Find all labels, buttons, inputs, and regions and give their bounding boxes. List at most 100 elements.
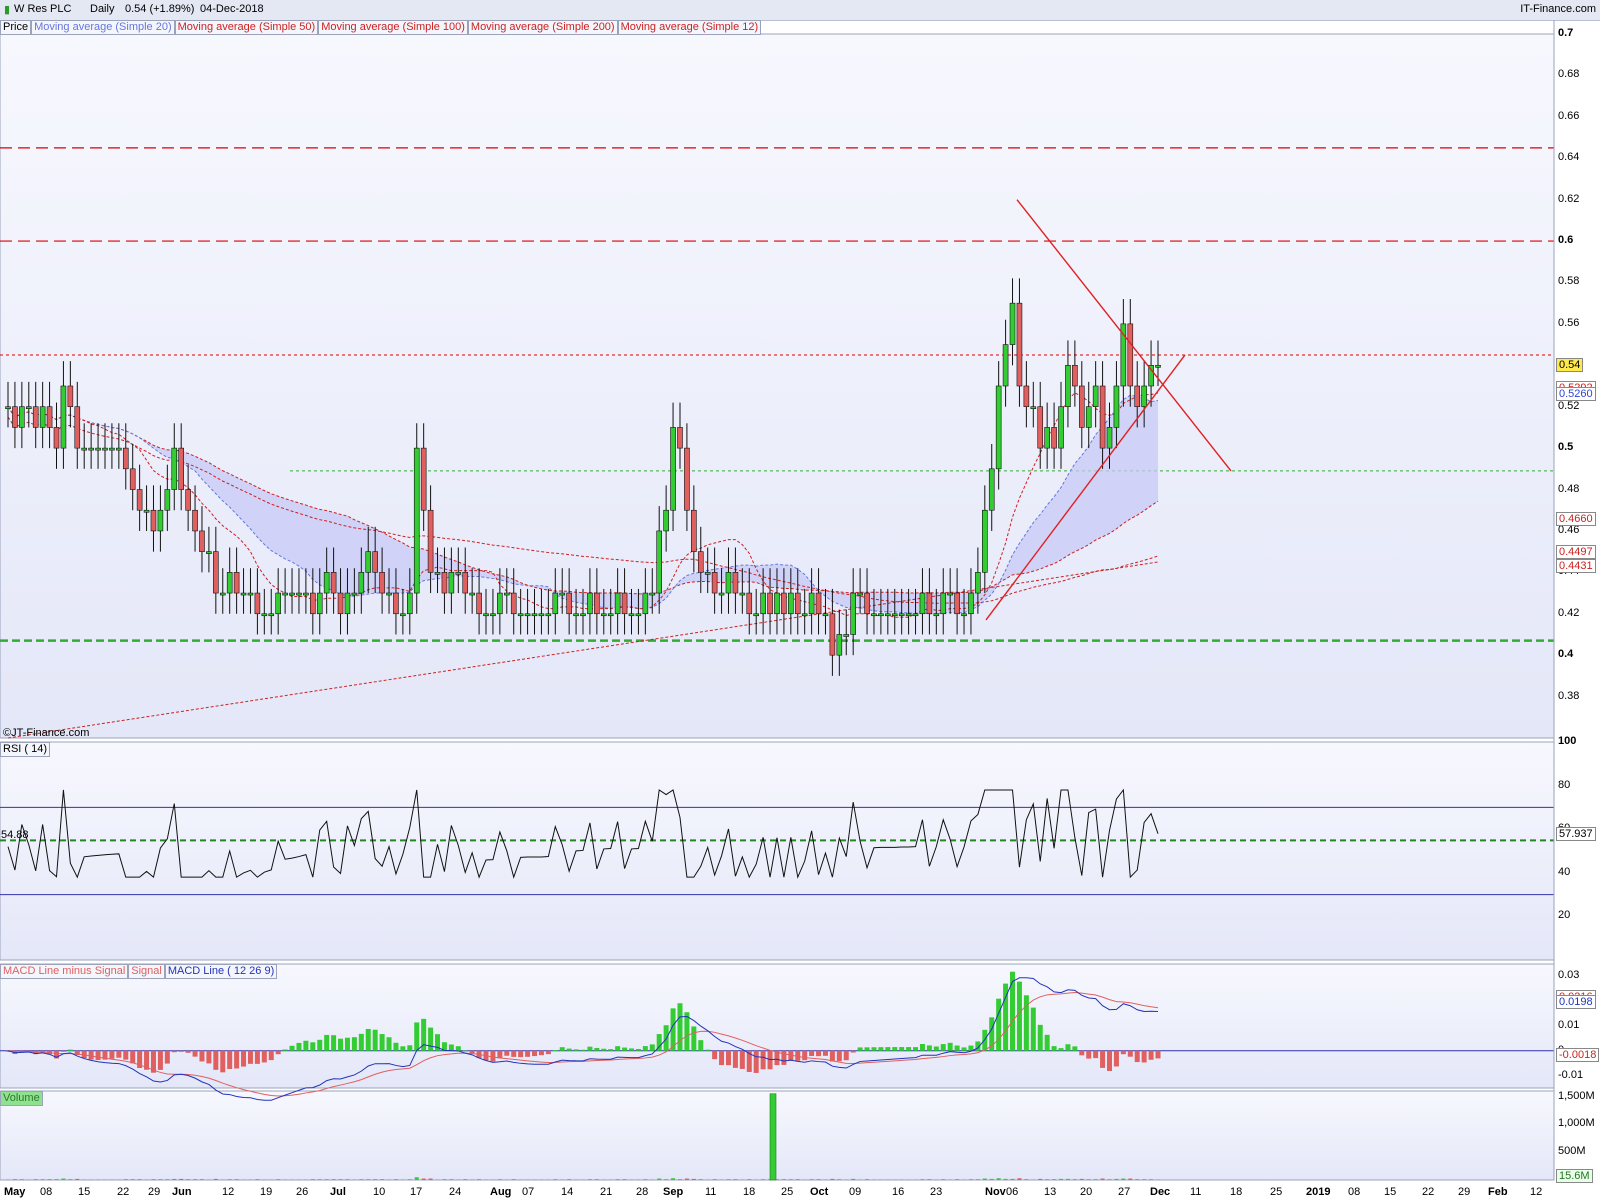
candle-body (510, 592, 517, 615)
candle-body (171, 447, 178, 490)
price-y-tick: 0.66 (1558, 109, 1580, 122)
candle-body (1113, 385, 1120, 428)
candle-body (247, 592, 254, 596)
x-tick: Sep (663, 1186, 684, 1198)
macd-hist-bar (109, 1050, 115, 1059)
candle-body (122, 447, 129, 470)
volume-bar (830, 1178, 835, 1180)
legend-sma20: Moving average (Simple 20) (31, 20, 175, 35)
volume-bar (324, 1179, 329, 1180)
volume-bar (594, 1179, 599, 1180)
candle-body (46, 406, 53, 428)
macd-hist-bar (532, 1050, 538, 1057)
volume-bar (788, 1179, 793, 1180)
x-tick: 22 (1422, 1186, 1435, 1198)
x-tick: 09 (849, 1186, 862, 1198)
macd-hist-bar (1107, 1050, 1113, 1071)
rsi-y-tick: 100 (1558, 735, 1577, 747)
candle-body (462, 572, 469, 594)
macd-hist-bar (1072, 1046, 1078, 1051)
x-tick: May (4, 1186, 26, 1198)
candle-body (53, 427, 60, 449)
macd-hist-bar (358, 1033, 364, 1051)
price-y-tick: 0.62 (1558, 192, 1580, 205)
macd-hist-bar (760, 1050, 766, 1070)
x-tick: 22 (117, 1186, 130, 1198)
candle-body (503, 592, 510, 596)
candle-body (746, 592, 753, 615)
macd-hist-bar (698, 1040, 704, 1051)
candle-body (1127, 323, 1134, 387)
x-tick: 15 (78, 1186, 91, 1198)
volume-bar (165, 1179, 170, 1180)
candle-body (885, 613, 891, 617)
candle-body (497, 592, 503, 615)
candle-body (226, 572, 233, 594)
candle-body (1044, 427, 1050, 449)
candle-body (5, 406, 11, 410)
price-tag: 0.4431 (1556, 558, 1596, 573)
volume-bar (442, 1179, 447, 1180)
macd-hist-bar (816, 1050, 822, 1057)
candle-body (600, 613, 607, 617)
candle-body (642, 592, 649, 615)
volume-bar (1017, 1178, 1022, 1180)
candle-body (697, 551, 704, 573)
macd-hist-bar (712, 1050, 718, 1060)
candle-body (794, 592, 801, 615)
macd-hist-bar (164, 1050, 170, 1064)
x-tick: 11 (705, 1186, 717, 1198)
volume-bar (684, 1178, 689, 1180)
volume-bar (213, 1178, 218, 1180)
candle-body (109, 447, 115, 451)
macd-hist-bar (892, 1047, 898, 1051)
x-tick: Jul (330, 1186, 346, 1198)
candle-body (781, 592, 787, 615)
macd-hist-bar (1037, 1024, 1043, 1051)
candle-body (386, 592, 392, 596)
candle-body (240, 592, 247, 596)
candle-body (199, 530, 205, 552)
candle-body (150, 509, 157, 532)
macd-hist-bar (580, 1049, 586, 1051)
candle-body (531, 613, 538, 617)
x-tick: 25 (781, 1186, 794, 1198)
volume-bar (54, 1179, 59, 1180)
candle-body (1085, 406, 1092, 428)
macd-hist-bar (289, 1045, 295, 1051)
volume-bar (449, 1179, 454, 1180)
candle-body (933, 613, 940, 617)
x-tick: 08 (40, 1186, 53, 1198)
price-y-tick: 0.38 (1558, 689, 1580, 702)
candle-body (303, 592, 309, 596)
macd-hist-bar (386, 1037, 392, 1051)
candle-body (1072, 364, 1078, 387)
volume-bar (407, 1179, 412, 1180)
candle-body (213, 551, 219, 594)
x-tick: 14 (561, 1186, 574, 1198)
macd-hist-bar (947, 1042, 953, 1051)
candle-body (905, 613, 912, 617)
volume-bar (463, 1179, 468, 1180)
volume-bar (761, 1179, 766, 1180)
candle-body (1078, 385, 1085, 428)
volume-bar (851, 1178, 856, 1180)
volume-bar (1024, 1179, 1029, 1180)
legend-sma50: Moving average (Simple 50) (174, 20, 319, 35)
volume-bar (698, 1179, 703, 1180)
macd-hist-bar (573, 1049, 579, 1051)
candle-body (573, 613, 579, 617)
macd-hist-bar (864, 1047, 870, 1051)
candle-body (732, 572, 739, 594)
candle-body (614, 592, 621, 615)
macd-hist-bar (635, 1048, 641, 1051)
x-tick: 08 (1348, 1186, 1361, 1198)
macd-hist-bar (1134, 1050, 1140, 1063)
legend-price: Price (0, 20, 32, 35)
volume-bar (615, 1179, 620, 1180)
volume-bar (47, 1179, 52, 1180)
candle-body (663, 509, 669, 532)
macd-hist-bar (587, 1046, 593, 1051)
macd-hist-bar (899, 1047, 905, 1051)
macd-hist-bar (462, 1050, 468, 1052)
